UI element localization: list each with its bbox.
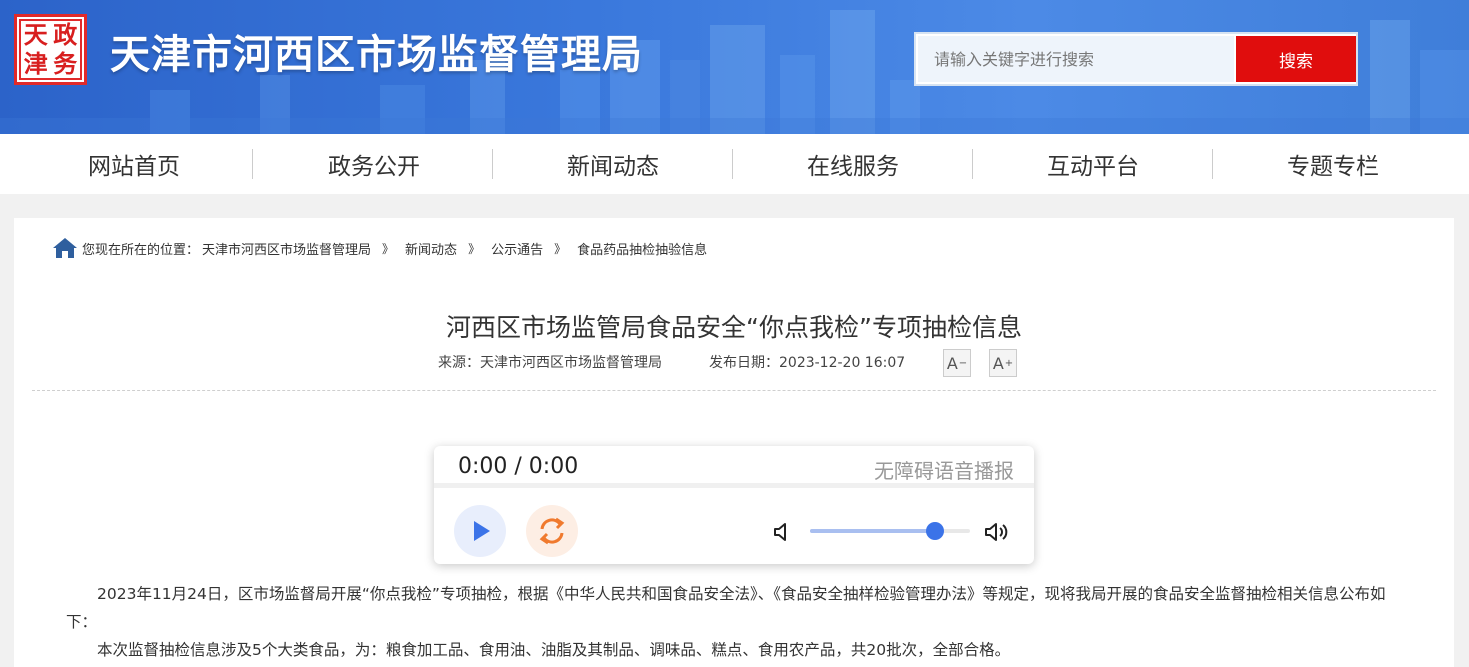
- breadcrumb-link-food-drug-inspection[interactable]: 食品药品抽检抽验信息: [577, 239, 707, 258]
- breadcrumb-separator: 》: [468, 241, 481, 256]
- font-minus-sign: −: [958, 357, 968, 369]
- home-icon: [53, 238, 77, 258]
- player-time: 0:00 / 0:00: [458, 454, 579, 479]
- site-header: 天 政 津 务 天津市河西区市场监督管理局 搜索: [0, 0, 1469, 134]
- article-body: 2023年11月24日，区市场监督局开展“你点我检”专项抽检，根据《中华人民共和…: [66, 580, 1406, 664]
- font-increase-button[interactable]: A +: [989, 349, 1017, 377]
- seal-char: 津: [23, 48, 48, 78]
- nav-item-news[interactable]: 新闻动态: [493, 134, 733, 194]
- volume-slider[interactable]: [810, 522, 970, 540]
- article-container: 您现在所在的位置： 天津市河西区市场监督管理局 》 新闻动态 》 公示通告 》 …: [14, 218, 1454, 667]
- search-button[interactable]: 搜索: [1236, 36, 1356, 82]
- seal-char: 务: [53, 48, 78, 78]
- play-button[interactable]: [454, 505, 506, 557]
- seal-char: 政: [53, 20, 78, 50]
- article-paragraph: 2023年11月24日，区市场监督局开展“你点我检”专项抽检，根据《中华人民共和…: [66, 585, 1386, 631]
- volume-up-icon[interactable]: [984, 520, 1012, 544]
- breadcrumb-link-news[interactable]: 新闻动态: [405, 239, 457, 258]
- article-source: 来源：天津市河西区市场监督管理局: [438, 355, 662, 371]
- breadcrumb-separator: 》: [554, 241, 567, 256]
- breadcrumb-separator: 》: [382, 241, 395, 256]
- site-title[interactable]: 天津市河西区市场监督管理局: [110, 22, 643, 80]
- article-title: 河西区市场监管局食品安全“你点我检”专项抽检信息: [446, 313, 1022, 342]
- font-increase-label: A: [992, 353, 1004, 373]
- search-box: 搜索: [914, 32, 1358, 86]
- nav-item-interaction[interactable]: 互动平台: [973, 134, 1213, 194]
- player-label: 无障碍语音播报: [874, 459, 1014, 483]
- article-paragraph: 本次监督抽检信息涉及5个大类食品，为：粮食加工品、食用油、油脂及其制品、调味品、…: [97, 641, 1011, 659]
- breadcrumb-link-announcements[interactable]: 公示通告: [491, 239, 543, 258]
- title-divider: [32, 390, 1436, 391]
- replay-button[interactable]: [526, 505, 578, 557]
- volume-mute-icon[interactable]: [772, 520, 796, 544]
- breadcrumb-link-home[interactable]: 天津市河西区市场监督管理局: [202, 239, 371, 258]
- replay-icon: [539, 517, 565, 545]
- volume-slider-fill: [810, 529, 935, 533]
- seal-frame: 天 政 津 务: [19, 19, 82, 80]
- nav-item-government-affairs[interactable]: 政务公开: [254, 134, 494, 194]
- nav-divider: [252, 149, 253, 179]
- font-decrease-label: A: [946, 353, 958, 373]
- nav-item-special-topics[interactable]: 专题专栏: [1213, 134, 1453, 194]
- nav-item-online-services[interactable]: 在线服务: [733, 134, 973, 194]
- article-publish-date: 发布日期：2023-12-20 16:07: [709, 355, 906, 371]
- font-decrease-button[interactable]: A −: [943, 349, 971, 377]
- audio-player: 0:00 / 0:00 无障碍语音播报: [434, 446, 1034, 564]
- breadcrumb: 您现在所在的位置： 天津市河西区市场监督管理局 》 新闻动态 》 公示通告 》 …: [52, 237, 710, 259]
- player-header: 0:00 / 0:00 无障碍语音播报: [434, 446, 1034, 488]
- volume-slider-handle[interactable]: [925, 522, 944, 540]
- search-input[interactable]: [918, 36, 1234, 82]
- nav-item-home[interactable]: 网站首页: [14, 134, 254, 194]
- main-nav: 网站首页 政务公开 新闻动态 在线服务 互动平台 专题专栏: [0, 134, 1469, 194]
- play-icon: [474, 521, 490, 541]
- seal-char: 天: [23, 20, 48, 50]
- breadcrumb-prefix: 您现在所在的位置：: [82, 242, 200, 258]
- font-plus-sign: +: [1004, 357, 1014, 369]
- site-logo-seal[interactable]: 天 政 津 务: [14, 14, 87, 85]
